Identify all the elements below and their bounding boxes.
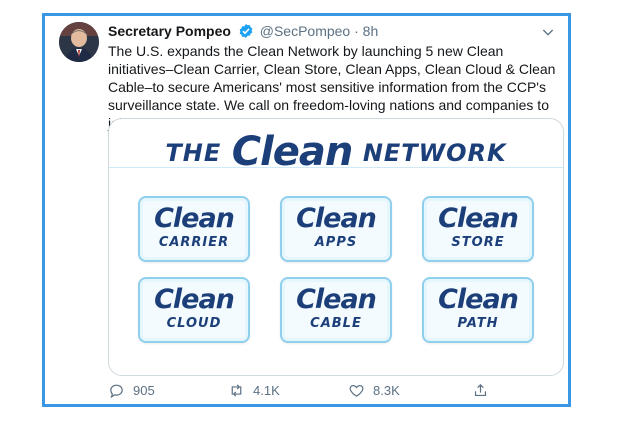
chevron-down-icon[interactable] [540, 24, 556, 40]
tile-subtitle: CARRIER [158, 235, 230, 250]
reply-button[interactable]: 905 [108, 382, 155, 399]
tile-subtitle: CLOUD [166, 316, 222, 331]
tweet-card[interactable]: Secretary Pompeo @SecPompeo · 8h The U.S… [42, 13, 571, 407]
reply-icon [110, 384, 123, 399]
like-count: 8.3K [373, 383, 400, 398]
tile-title: Clean [438, 284, 519, 315]
tile-subtitle: STORE [451, 235, 505, 250]
tweet-image[interactable]: THE Clean NETWORK Clean CARRIER Clean AP… [108, 118, 564, 376]
share-icon [474, 383, 487, 397]
clean-network-banner: THE Clean NETWORK [109, 129, 563, 175]
reply-count: 905 [133, 383, 155, 398]
separator-dot: · [354, 23, 359, 39]
tile-title: Clean [296, 203, 377, 234]
share-button[interactable] [472, 382, 489, 399]
like-icon [349, 384, 364, 397]
tile-clean-cloud: Clean CLOUD [138, 277, 250, 343]
tweet-actions: 905 4.1K 8.3K [108, 382, 568, 402]
retweet-button[interactable]: 4.1K [228, 382, 280, 399]
tile-title: Clean [154, 203, 235, 234]
tile-title: Clean [296, 284, 377, 315]
author-handle[interactable]: @SecPompeo [260, 23, 350, 39]
tile-clean-store: Clean STORE [422, 196, 534, 262]
verified-icon [238, 23, 254, 43]
tile-clean-cable: Clean CABLE [280, 277, 392, 343]
author-name[interactable]: Secretary Pompeo [108, 23, 231, 39]
like-button[interactable]: 8.3K [348, 382, 400, 399]
tile-clean-path: Clean PATH [422, 277, 534, 343]
retweet-icon [231, 384, 242, 397]
tile-subtitle: APPS [314, 235, 358, 250]
tile-title: Clean [154, 284, 235, 315]
banner-clean: Clean [231, 129, 354, 175]
tile-title: Clean [438, 203, 519, 234]
banner-the: THE [165, 139, 222, 167]
tile-clean-apps: Clean APPS [280, 196, 392, 262]
banner-network: NETWORK [362, 139, 507, 167]
tweet-header: Secretary Pompeo @SecPompeo · 8h [108, 22, 378, 43]
retweet-count: 4.1K [253, 383, 280, 398]
banner-divider [109, 167, 563, 168]
tile-clean-carrier: Clean CARRIER [138, 196, 250, 262]
avatar[interactable] [59, 22, 99, 62]
tile-subtitle: CABLE [310, 316, 362, 331]
tile-subtitle: PATH [457, 316, 499, 331]
timestamp[interactable]: 8h [363, 23, 379, 39]
